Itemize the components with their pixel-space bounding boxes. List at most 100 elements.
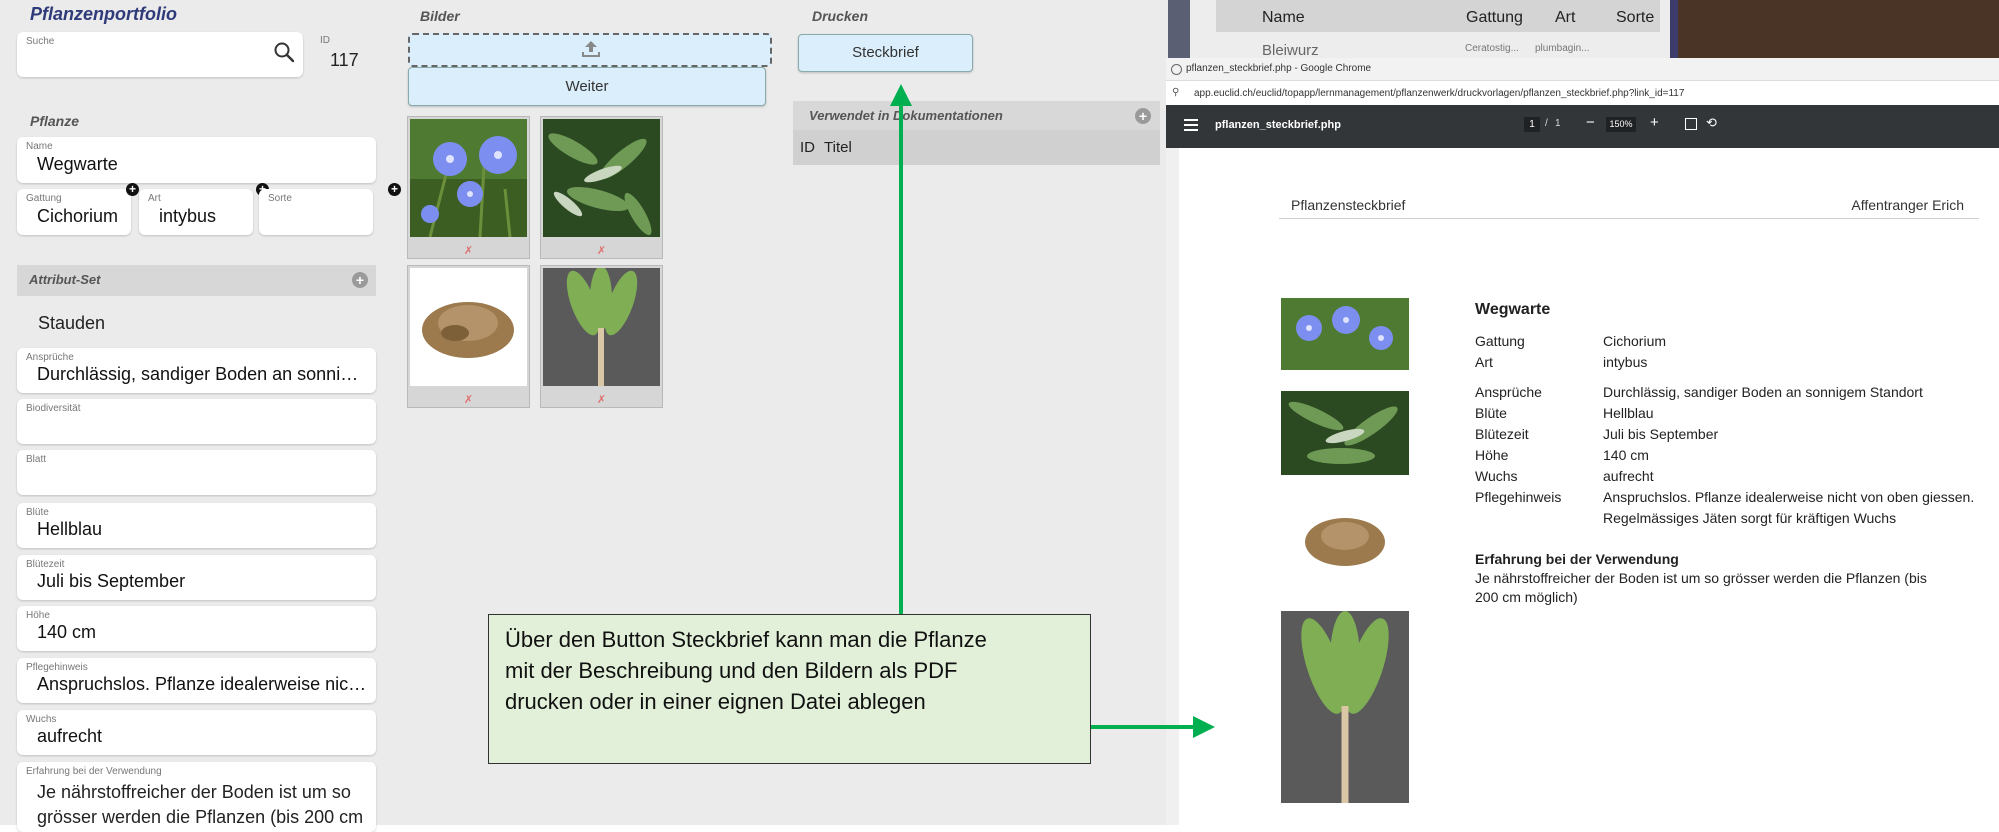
erfahrung-value: Je nährstoffreicher der Boden ist um so … (37, 782, 364, 827)
chicory-flower-photo (410, 119, 527, 237)
plant-section-title: Pflanze (30, 113, 80, 129)
zoom-out-icon[interactable]: − (1586, 114, 1595, 131)
bg-col-name: Name (1262, 9, 1305, 26)
attribute-field[interactable]: Pflegehinweis Anspruchslos. Pflanze ideal… (17, 658, 376, 703)
attribute-field-value: Anspruchslos. Pflanze idealerweise nich… (37, 674, 367, 694)
bg-cell-art: plumbagin... (1535, 43, 1590, 54)
attribute-field[interactable]: Biodiversität (17, 399, 376, 444)
attribute-field[interactable]: Wuchs aufrecht (17, 710, 376, 755)
pdf-row-value: Juli bis September (1603, 426, 1719, 442)
page-input[interactable]: 1 (1524, 117, 1540, 132)
gattung-value: Cichorium (37, 206, 119, 226)
pdf-page: Pflanzensteckbrief Affentranger Erich We… (1179, 148, 1999, 825)
pdf-row-value: Hellblau (1603, 405, 1654, 421)
attribute-field-label: Blatt (26, 454, 47, 465)
delete-image-3-icon[interactable]: ✗ (408, 393, 529, 406)
id-field: ID 117 (312, 32, 376, 77)
callout-line-1: Über den Button Steckbrief kann man die … (505, 627, 987, 652)
pdf-image-flower (1281, 298, 1409, 370)
pdf-row-value: aufrecht (1603, 468, 1654, 484)
add-dokumentation-icon[interactable]: + (1135, 108, 1151, 124)
plant-image-4[interactable]: ✗ (540, 265, 663, 408)
attribute-field-label: Blütezeit (26, 559, 65, 570)
plant-image-2[interactable]: ✗ (540, 116, 663, 259)
steckbrief-button[interactable]: Steckbrief (798, 34, 973, 72)
upload-dropzone[interactable] (408, 33, 772, 67)
weiter-button[interactable]: Weiter (408, 67, 766, 106)
zoom-level[interactable]: 150% (1606, 117, 1636, 132)
erfahrung-label: Erfahrung bei der Verwendung (26, 766, 162, 777)
add-attribut-icon[interactable]: + (352, 272, 368, 288)
pdf-row-key: Blütezeit (1475, 426, 1529, 442)
bilder-title: Bilder (420, 8, 460, 24)
bg-cell-name: Bleiwurz (1262, 42, 1319, 59)
pdf-erfahrung-title: Erfahrung bei der Verwendung (1475, 551, 1679, 567)
col-titel-header: Titel (824, 139, 852, 156)
bg-photo (1678, 0, 1999, 58)
delete-image-2-icon[interactable]: ✗ (541, 244, 662, 257)
search-field[interactable]: Suche (17, 32, 303, 77)
gattung-label: Gattung (26, 193, 62, 204)
erfahrung-field[interactable]: Erfahrung bei der Verwendung Je nährstof… (17, 762, 376, 832)
plant-image-1[interactable]: ✗ (407, 116, 530, 259)
callout-box: Über den Button Steckbrief kann man die … (488, 614, 1091, 764)
attribute-field-label: Biodiversität (26, 403, 81, 414)
pdf-row-key: Art (1475, 354, 1493, 370)
attribut-set-title: Attribut-Set (29, 272, 101, 287)
chrome-title: pflanzen_steckbrief.php - Google Chrome (1186, 63, 1372, 74)
art-field[interactable]: Art intybus (139, 189, 253, 235)
menu-icon[interactable] (1184, 118, 1198, 136)
gattung-field[interactable]: Gattung Cichorium (17, 189, 131, 235)
zoom-in-icon[interactable]: + (1650, 114, 1659, 131)
attribute-field[interactable]: Blüte Hellblau (17, 503, 376, 548)
fit-page-icon[interactable] (1685, 118, 1697, 130)
pdf-header-right: Affentranger Erich (1851, 197, 1964, 213)
pdf-plant-name: Wegwarte (1475, 301, 1551, 318)
delete-image-4-icon[interactable]: ✗ (541, 393, 662, 406)
callout-line-3: drucken oder in einer eignen Datei ableg… (505, 689, 926, 714)
attribute-field[interactable]: Blatt (17, 450, 376, 495)
site-settings-icon[interactable]: ⚲ (1172, 87, 1179, 98)
sorte-label: Sorte (268, 193, 292, 204)
attribute-field-label: Höhe (26, 610, 50, 621)
chrome-url: app.euclid.ch/euclid/topapp/lernmanageme… (1194, 88, 1685, 99)
name-field[interactable]: Name Wegwarte (17, 137, 376, 183)
pdf-filename: pflanzen_steckbrief.php (1215, 119, 1341, 131)
bg-col-art: Art (1555, 9, 1576, 26)
attribute-field[interactable]: Blütezeit Juli bis September (17, 555, 376, 600)
seeds-photo (410, 268, 527, 386)
attribute-field-label: Pflegehinweis (26, 662, 88, 673)
pdf-erfahrung-line1: Je nährstoffreicher der Boden ist um so … (1475, 570, 1927, 586)
chrome-titlebar: pflanzen_steckbrief.php - Google Chrome (1166, 58, 1999, 81)
pdf-row-value: Cichorium (1603, 333, 1667, 349)
weiter-label: Weiter (565, 78, 609, 95)
chrome-addressbar[interactable]: ⚲ app.euclid.ch/euclid/topapp/lernmanage… (1166, 81, 1999, 105)
pdf-erfahrung-line2: 200 cm möglich) (1475, 589, 1578, 605)
search-label: Suche (26, 36, 55, 47)
name-label: Name (26, 141, 53, 152)
plant-image-3[interactable]: ✗ (407, 265, 530, 408)
bg-cell-gattung: Ceratostig... (1465, 43, 1519, 54)
attribute-field[interactable]: Höhe 140 cm (17, 606, 376, 651)
delete-image-1-icon[interactable]: ✗ (408, 244, 529, 257)
pdf-header-rule (1279, 218, 1979, 219)
bg-col-sorte: Sorte (1616, 9, 1655, 26)
add-sorte-icon[interactable]: + (388, 183, 401, 196)
attribute-field-label: Wuchs (26, 714, 57, 725)
pdf-row-key: Blüte (1475, 405, 1507, 421)
attribut-set-value: Stauden (38, 313, 106, 333)
background-table-window: Name Gattung Art Sorte Bleiwurz Ceratost… (1190, 0, 1670, 59)
pdf-row-value-continued: Regelmässiges Jäten sorgt für kräftigen … (1603, 510, 1897, 526)
pdf-row-key: Ansprüche (1475, 384, 1542, 400)
rotate-icon[interactable]: ⟲ (1706, 115, 1717, 131)
verwendet-title: Verwendet in Dokumentationen (809, 108, 1003, 123)
search-icon[interactable] (273, 41, 295, 68)
pdf-row-value: intybus (1603, 354, 1648, 370)
callout-line-2: mit der Beschreibung und den Bildern als… (505, 658, 958, 683)
add-gattung-icon[interactable]: + (126, 183, 139, 196)
pdf-row-key: Wuchs (1475, 468, 1518, 484)
sorte-field[interactable]: Sorte (259, 189, 373, 235)
pdf-toolbar: pflanzen_steckbrief.php 1 / 1 − 150% + ⟲ (1166, 105, 1999, 148)
attribute-field[interactable]: Ansprüche Durchlässig, sandiger Boden an … (17, 348, 376, 393)
attribute-field-label: Ansprüche (26, 352, 74, 363)
